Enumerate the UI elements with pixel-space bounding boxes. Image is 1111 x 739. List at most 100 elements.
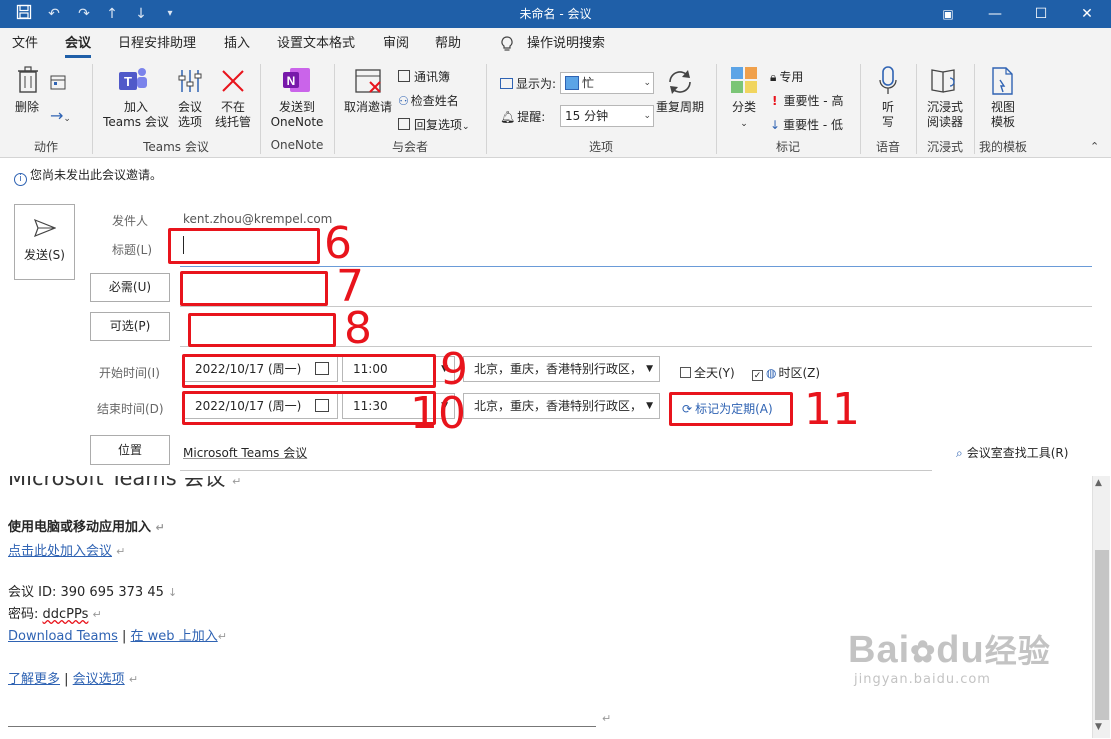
onenote-icon[interactable]: N	[282, 66, 312, 97]
teams-icon[interactable]: T	[118, 66, 148, 97]
cancel-invite-icon[interactable]	[354, 66, 384, 99]
group-templates: 我的模板	[978, 140, 1027, 154]
address-book-icon	[398, 70, 410, 82]
show-as-label: 显示为:	[500, 75, 556, 92]
tab-file[interactable]: 文件	[12, 28, 38, 60]
meeting-options-button[interactable]: 会议 选项	[172, 100, 208, 130]
categorize-button[interactable]: 分类 ⌄	[724, 100, 764, 132]
not-online-button[interactable]: 不在 线托管	[212, 100, 254, 130]
send-button[interactable]: 发送(S)	[14, 204, 75, 280]
annotation-box-start	[182, 354, 436, 388]
join-meeting-link[interactable]: 点击此处加入会议 ↵	[8, 540, 125, 559]
delete-icon[interactable]	[16, 66, 40, 97]
show-as-icon	[500, 78, 513, 89]
address-book-button[interactable]: 通讯簿	[398, 68, 450, 85]
group-attendees: 与会者	[391, 140, 428, 154]
svg-text:T: T	[124, 74, 132, 89]
minimize-icon[interactable]: —	[972, 0, 1018, 28]
tell-me-search[interactable]: 操作说明搜索	[527, 28, 605, 60]
busy-swatch	[565, 76, 579, 90]
join-teams-button[interactable]: 加入 Teams 会议	[100, 100, 172, 130]
start-timezone-dropdown[interactable]: 北京，重庆，香港特别行政区， ▼	[463, 356, 660, 382]
checkbox-checked: ✓	[752, 370, 763, 381]
required-field[interactable]	[180, 306, 1092, 307]
timezone-checkbox[interactable]: ✓ ◍ 时区(Z)	[752, 364, 820, 381]
recurrence-button[interactable]: 重复周期	[652, 100, 708, 115]
down-arrow-blue-icon: ↓	[770, 118, 781, 132]
send-to-onenote-button[interactable]: 发送到 OneNote	[264, 100, 330, 130]
ribbon-display-icon[interactable]: ▣	[925, 0, 971, 28]
svg-text:N: N	[287, 74, 296, 88]
high-importance-button[interactable]: ! 重要性 - 高	[770, 92, 843, 109]
reminder-dropdown[interactable]: 15 分钟 ⌄	[560, 105, 654, 127]
recurrence-icon[interactable]	[664, 66, 696, 101]
immersive-reader-button[interactable]: 沉浸式 阅读器	[920, 100, 970, 130]
forward-icon[interactable]: →⌄	[50, 106, 71, 125]
annotation-number: 11	[804, 384, 860, 435]
not-online-icon[interactable]	[220, 68, 246, 97]
passcode: 密码: ddcPPs ↵	[8, 607, 102, 622]
lightbulb-icon	[500, 28, 514, 60]
location-value[interactable]: Microsoft Teams 会议	[183, 444, 307, 461]
scroll-thumb[interactable]	[1095, 550, 1109, 720]
microphone-icon[interactable]	[878, 66, 898, 99]
collapse-ribbon-icon[interactable]: ⌃	[1090, 140, 1099, 153]
room-finder-button[interactable]: ⌕ 会议室查找工具(R)	[956, 444, 1068, 461]
annotation-box-subject	[168, 228, 320, 264]
vertical-scrollbar[interactable]: ▲ ▼	[1092, 476, 1110, 738]
tab-format-text[interactable]: 设置文本格式	[277, 28, 355, 60]
delete-button[interactable]: 删除	[8, 100, 46, 115]
meeting-options-link[interactable]: 会议选项	[73, 672, 125, 687]
check-names-button[interactable]: ⚇ 检查姓名	[398, 92, 459, 109]
title-bar: ↶ ↷ ↑ ↓ ▾ 未命名 - 会议 ▣ — ☐ ✕	[0, 0, 1111, 28]
info-icon: i	[14, 173, 27, 186]
message-body[interactable]: Microsoft Teams 会议 ↵ 使用电脑或移动应用加入 ↵ 点击此处加…	[0, 476, 1092, 738]
group-options: 选项	[588, 140, 613, 154]
join-heading: 使用电脑或移动应用加入 ↵	[8, 520, 165, 535]
close-icon[interactable]: ✕	[1064, 0, 1110, 28]
body-divider	[8, 726, 596, 727]
tab-meeting[interactable]: 会议	[65, 28, 92, 60]
end-time-label: 结束时间(D)	[97, 402, 164, 416]
view-templates-button[interactable]: 视图 模板	[982, 100, 1024, 130]
location-button[interactable]: 位置	[90, 435, 170, 465]
location-field[interactable]	[180, 470, 932, 471]
tab-help[interactable]: 帮助	[435, 28, 461, 60]
reminder-label: 🔔︎ 提醒:	[500, 110, 546, 124]
end-timezone-dropdown[interactable]: 北京，重庆，香港特别行政区， ▼	[463, 393, 660, 419]
group-teams: Teams 会议	[143, 140, 209, 154]
annotation-number: 8	[344, 303, 372, 354]
response-options-button[interactable]: 回复选项⌄	[398, 116, 470, 133]
subject-field[interactable]	[180, 266, 1092, 267]
dictate-button[interactable]: 听写	[870, 100, 906, 130]
globe-icon: ◍	[766, 366, 777, 380]
maximize-icon[interactable]: ☐	[1018, 0, 1064, 28]
all-day-checkbox[interactable]: 全天(Y)	[680, 364, 735, 381]
required-button[interactable]: 必需(U)	[90, 273, 170, 302]
categorize-icon[interactable]	[730, 66, 758, 97]
scroll-up-icon[interactable]: ▲	[1095, 478, 1102, 488]
paragraph-mark: ↵	[602, 712, 612, 725]
scroll-down-icon[interactable]: ▼	[1095, 722, 1102, 732]
show-as-dropdown[interactable]: 忙 ⌄	[560, 72, 654, 94]
low-importance-button[interactable]: ↓ 重要性 - 低	[770, 116, 843, 133]
start-time-label: 开始时间(I)	[99, 366, 160, 380]
meeting-options-icon[interactable]	[177, 68, 203, 97]
annotation-box-required	[180, 271, 328, 306]
optional-button[interactable]: 可选(P)	[90, 312, 170, 341]
tab-insert[interactable]: 插入	[224, 28, 250, 60]
group-immersive: 沉浸式	[926, 140, 963, 154]
cancel-invite-button[interactable]: 取消邀请	[340, 100, 396, 115]
group-voice: 语音	[875, 140, 900, 154]
immersive-reader-icon[interactable]	[930, 66, 960, 99]
join-web-link[interactable]: 在 web 上加入	[131, 629, 218, 644]
tab-scheduling-assistant[interactable]: 日程安排助理	[118, 28, 196, 60]
annotation-number: 10	[410, 388, 466, 439]
calendar-small-icon[interactable]	[50, 74, 66, 93]
tab-review[interactable]: 审阅	[383, 28, 409, 60]
view-templates-icon[interactable]	[990, 66, 1016, 99]
private-button[interactable]: 🔒︎ 专用	[770, 68, 803, 85]
learn-more-link[interactable]: 了解更多	[8, 672, 60, 687]
download-teams-link[interactable]: Download Teams	[8, 629, 118, 644]
menu-bar: 文件 会议 日程安排助理 插入 设置文本格式 审阅 帮助 操作说明搜索	[0, 28, 1111, 60]
